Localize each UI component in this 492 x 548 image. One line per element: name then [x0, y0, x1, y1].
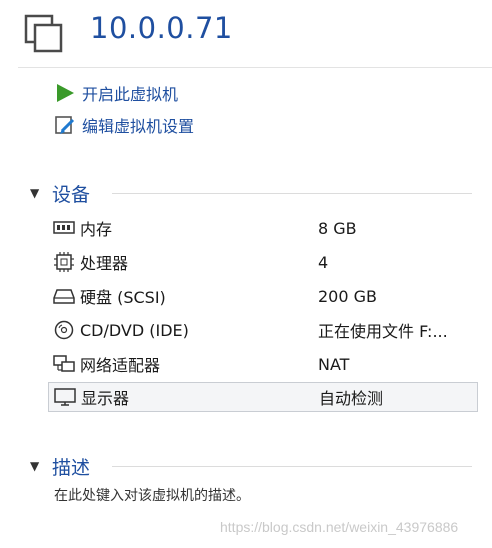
virtual-machine-icon	[24, 14, 63, 53]
power-on-vm-link[interactable]: 开启此虚拟机	[54, 81, 178, 105]
devices-section-divider	[112, 193, 472, 194]
device-row-hard-disk[interactable]: 硬盘 (SCSI) 200 GB	[48, 281, 476, 311]
device-value: 8 GB	[318, 218, 357, 238]
display-icon	[53, 387, 77, 407]
device-name: 硬盘 (SCSI)	[80, 288, 166, 307]
device-value: NAT	[318, 354, 350, 374]
description-section-divider	[112, 466, 472, 467]
collapse-triangle-icon[interactable]: ▼	[30, 459, 48, 473]
processor-icon	[52, 252, 76, 272]
collapse-triangle-icon[interactable]: ▼	[30, 186, 48, 200]
device-name: 显示器	[81, 389, 130, 408]
edit-vm-settings-link[interactable]: 编辑虚拟机设置	[54, 113, 194, 137]
header-divider	[18, 67, 492, 68]
description-section-title: 描述	[52, 456, 91, 479]
device-value: 200 GB	[318, 286, 377, 306]
device-row-display[interactable]: 显示器 自动检测	[48, 382, 478, 412]
memory-icon	[52, 218, 76, 238]
device-name: 处理器	[80, 254, 129, 273]
cd-dvd-icon	[52, 320, 76, 340]
vm-title: 10.0.0.71	[90, 11, 233, 45]
device-row-network-adapter[interactable]: 网络适配器 NAT	[48, 349, 476, 379]
vm-header: 10.0.0.71	[0, 0, 492, 68]
power-on-vm-label: 开启此虚拟机	[82, 85, 179, 104]
device-row-memory[interactable]: 内存 8 GB	[48, 213, 476, 243]
device-name: CD/DVD (IDE)	[80, 320, 189, 340]
network-adapter-icon	[52, 354, 76, 374]
device-value: 自动检测	[319, 389, 384, 408]
description-placeholder[interactable]: 在此处键入对该虚拟机的描述。	[54, 485, 250, 505]
device-row-processor[interactable]: 处理器 4	[48, 247, 476, 277]
device-name: 内存	[80, 220, 113, 239]
edit-settings-icon	[54, 114, 76, 136]
device-row-cd-dvd[interactable]: CD/DVD (IDE) 正在使用文件 F:...	[48, 315, 476, 345]
device-value: 正在使用文件 F:...	[318, 322, 448, 341]
watermark-text: https://blog.csdn.net/weixin_43976886	[220, 519, 459, 535]
device-value: 4	[318, 252, 329, 272]
hard-disk-icon	[52, 286, 76, 306]
edit-vm-settings-label: 编辑虚拟机设置	[82, 117, 195, 136]
devices-section-header[interactable]: ▼ 设备	[30, 180, 90, 206]
devices-section-title: 设备	[52, 183, 91, 206]
device-name: 网络适配器	[80, 356, 161, 375]
play-icon	[54, 82, 76, 104]
description-section-header[interactable]: ▼ 描述	[30, 453, 90, 479]
